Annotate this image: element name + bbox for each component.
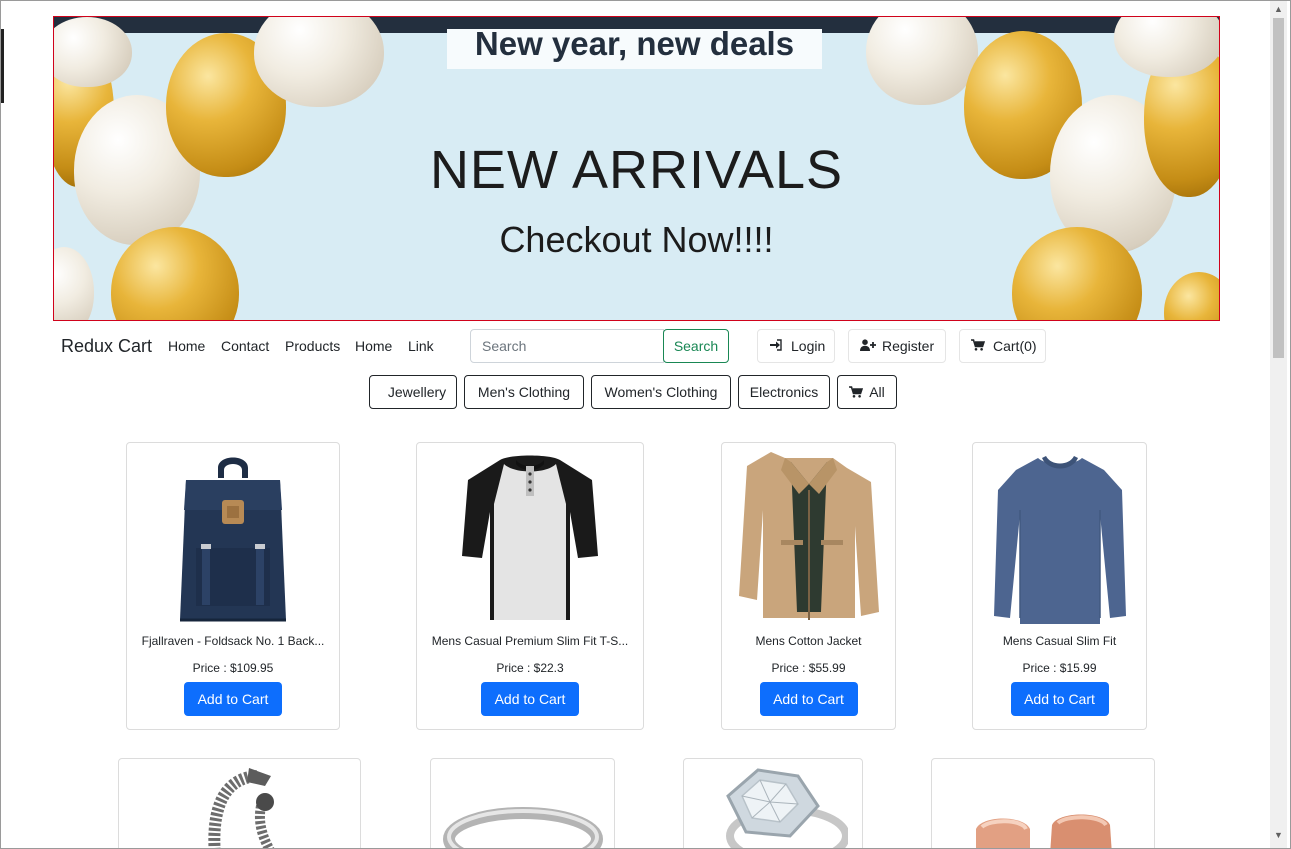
- product-image-silver-ring[interactable]: [442, 799, 603, 848]
- product-image-dragon-bracelet[interactable]: [185, 766, 295, 848]
- balloon-image: [866, 17, 978, 105]
- product-price: Price : $109.95: [192, 661, 274, 675]
- cart-button[interactable]: Cart(0): [959, 329, 1046, 363]
- hero-banner: New year, new deals NEW ARRIVALS Checkou…: [53, 16, 1220, 321]
- product-card: Mens Casual Premium Slim Fit T-S... Pric…: [416, 442, 644, 730]
- product-title: Mens Casual Slim Fit: [1002, 634, 1117, 648]
- banner-tagline: New year, new deals: [447, 29, 822, 69]
- search-input[interactable]: Search: [470, 329, 664, 363]
- nav-link-home[interactable]: Home: [168, 338, 205, 354]
- cart-icon: [849, 377, 864, 409]
- vertical-scrollbar[interactable]: ▲ ▼: [1270, 1, 1287, 848]
- product-price: Price : $15.99: [1022, 661, 1097, 675]
- product-title: Mens Cotton Jacket: [755, 634, 862, 648]
- login-button[interactable]: Login: [757, 329, 835, 363]
- category-jewellery-button[interactable]: Jewellery: [369, 375, 457, 409]
- product-image-diamond-ring[interactable]: [698, 766, 848, 848]
- product-card: Fjallraven - Foldsack No. 1 Back... Pric…: [126, 442, 340, 730]
- product-card: Mens Casual Slim Fit Price : $15.99 Add …: [972, 442, 1147, 730]
- product-card: [931, 758, 1155, 848]
- navbar: Redux Cart Home Contact Products Home Li…: [53, 326, 1220, 366]
- category-electronics-button[interactable]: Electronics: [738, 375, 830, 409]
- product-image-backpack[interactable]: [168, 450, 298, 626]
- scroll-down-arrow-icon[interactable]: ▼: [1270, 827, 1287, 844]
- user-plus-icon: [860, 331, 876, 363]
- add-to-cart-button[interactable]: Add to Cart: [759, 682, 858, 716]
- browser-viewport: New year, new deals NEW ARRIVALS Checkou…: [0, 0, 1291, 849]
- product-title: Mens Casual Premium Slim Fit T-S...: [431, 634, 629, 648]
- search-button[interactable]: Search: [663, 329, 729, 363]
- product-card: [430, 758, 615, 848]
- register-button[interactable]: Register: [848, 329, 946, 363]
- product-image-long-sleeve-shirt[interactable]: [990, 450, 1130, 626]
- category-label: Jewellery: [387, 384, 447, 400]
- product-card: [118, 758, 361, 848]
- product-price: Price : $22.3: [496, 661, 564, 675]
- nav-link-home-2[interactable]: Home: [355, 338, 392, 354]
- product-title: Fjallraven - Foldsack No. 1 Back...: [141, 634, 325, 648]
- add-to-cart-button[interactable]: Add to Cart: [184, 682, 282, 716]
- brand-logo[interactable]: Redux Cart: [61, 336, 152, 357]
- product-card: [683, 758, 863, 848]
- register-label: Register: [882, 338, 935, 354]
- sign-in-icon: [769, 331, 785, 363]
- scrollbar-thumb[interactable]: [1273, 18, 1284, 358]
- window-edge: [1, 29, 4, 103]
- cart-icon: [971, 331, 987, 363]
- add-to-cart-button[interactable]: Add to Cart: [1010, 682, 1109, 716]
- category-label: All: [869, 384, 885, 400]
- category-all-button[interactable]: All: [837, 375, 897, 409]
- add-to-cart-button[interactable]: Add to Cart: [481, 682, 579, 716]
- product-image-cotton-jacket[interactable]: [729, 450, 889, 626]
- product-card: Mens Cotton Jacket Price : $55.99 Add to…: [721, 442, 896, 730]
- banner-subtitle: Checkout Now!!!!: [499, 219, 774, 260]
- category-mens-clothing-button[interactable]: Men's Clothing: [464, 375, 584, 409]
- scroll-up-arrow-icon[interactable]: ▲: [1270, 1, 1287, 18]
- product-price: Price : $55.99: [771, 661, 846, 675]
- cart-label: Cart(0): [993, 338, 1037, 354]
- nav-link-link[interactable]: Link: [408, 338, 434, 354]
- login-label: Login: [791, 338, 826, 354]
- balloon-image: [1164, 272, 1219, 320]
- product-image-rose-gold-rings[interactable]: [968, 805, 1118, 848]
- balloon-image: [54, 17, 132, 87]
- balloon-image: [1114, 17, 1219, 77]
- nav-link-products[interactable]: Products: [285, 338, 340, 354]
- category-womens-clothing-button[interactable]: Women's Clothing: [591, 375, 731, 409]
- banner-title: NEW ARRIVALS: [429, 140, 844, 200]
- nav-link-contact[interactable]: Contact: [221, 338, 269, 354]
- product-image-raglan-tshirt[interactable]: [460, 450, 600, 626]
